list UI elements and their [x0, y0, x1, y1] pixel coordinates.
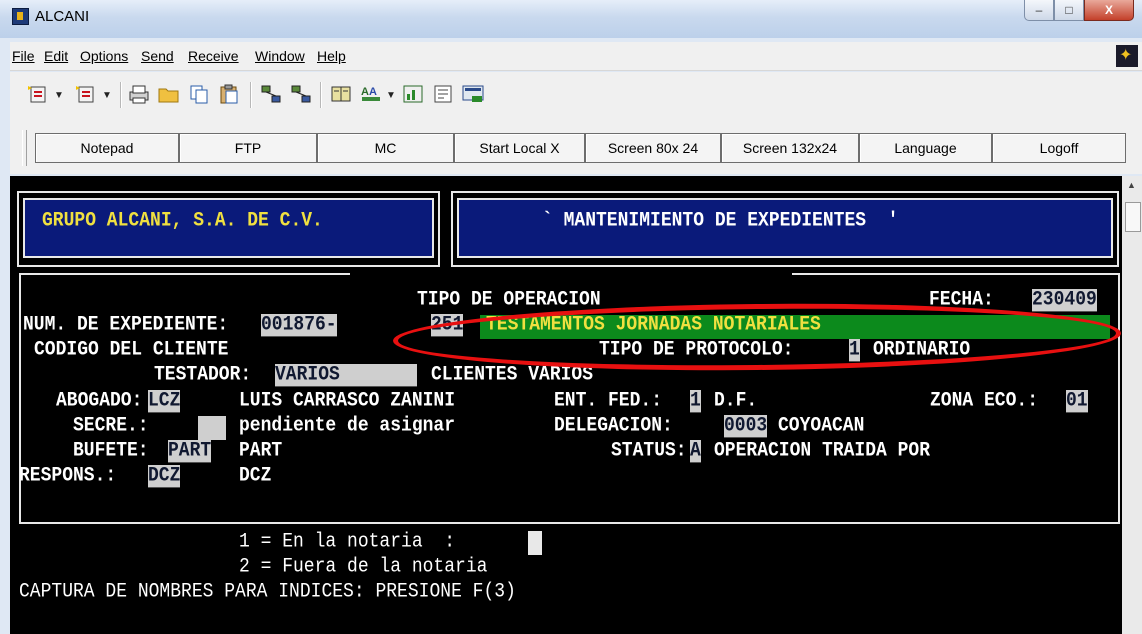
properties-icon[interactable]: [432, 84, 454, 104]
paste-icon[interactable]: [218, 84, 240, 104]
num-expediente-label: NUM. DE EXPEDIENTE:: [23, 314, 229, 337]
screen-title: ` MANTENIMIENTO DE EXPEDIENTES ': [542, 210, 899, 233]
company-name: GRUPO ALCANI, S.A. DE C.V.: [42, 210, 323, 233]
testador-label: TESTADOR:: [154, 364, 252, 387]
menu-help[interactable]: Help: [317, 48, 346, 64]
print-icon[interactable]: [128, 84, 150, 104]
vertical-scrollbar[interactable]: ▲: [1122, 176, 1142, 634]
svg-text:A: A: [369, 86, 377, 98]
network2-icon[interactable]: [290, 84, 312, 104]
minimize-button[interactable]: –: [1024, 0, 1054, 21]
menu-help-label: Help: [317, 48, 346, 64]
scroll-thumb[interactable]: [1125, 202, 1141, 232]
fecha-field[interactable]: 230409: [1032, 289, 1097, 312]
dropdown-arrow-icon[interactable]: ▼: [54, 90, 64, 101]
cursor-input[interactable]: [528, 531, 542, 555]
status-desc: OPERACION TRAIDA POR: [714, 440, 931, 463]
dropdown-arrow-icon[interactable]: ▼: [386, 90, 396, 101]
menu-receive[interactable]: Receive: [188, 48, 239, 64]
start-local-x-button[interactable]: Start Local X: [454, 133, 585, 163]
mc-button[interactable]: MC: [317, 133, 454, 163]
num-expediente-field[interactable]: 001876-: [261, 314, 337, 337]
window-title: ALCANI: [35, 8, 90, 25]
toolbar-separator: [120, 82, 122, 108]
button-bar: Notepad FTP MC Start Local X Screen 80x …: [10, 118, 1142, 174]
terminal-screen[interactable]: GRUPO ALCANI, S.A. DE C.V. ` MANTENIMIEN…: [10, 176, 1122, 634]
app-icon: [12, 8, 29, 25]
option-en-notaria: 1 = En la notaria :: [239, 531, 456, 554]
respons-desc: DCZ: [239, 465, 272, 488]
testador-desc: CLIENTES VARIOS: [431, 364, 594, 387]
secre-desc: pendiente de asignar: [239, 415, 456, 438]
ftp-button[interactable]: FTP: [179, 133, 317, 163]
font-icon[interactable]: AA: [360, 84, 382, 104]
scroll-up-icon[interactable]: ▲: [1127, 180, 1136, 190]
frame-gap: [350, 268, 792, 278]
secre-label: SECRE.:: [73, 415, 149, 438]
delegacion-field[interactable]: 0003: [724, 415, 768, 438]
zona-eco-label: ZONA ECO.:: [930, 390, 1039, 413]
network-icon[interactable]: [260, 84, 282, 104]
abogado-name: LUIS CARRASCO ZANINI: [239, 390, 456, 413]
status-field[interactable]: A: [690, 440, 701, 463]
menu-file-label: File: [12, 48, 35, 64]
open-session-icon[interactable]: [74, 84, 96, 104]
screen-capture-icon[interactable]: [462, 84, 484, 104]
toolbar-grip[interactable]: [22, 130, 27, 166]
ent-fed-desc: D.F.: [714, 390, 758, 413]
abogado-label: ABOGADO:: [56, 390, 143, 413]
menu-edit[interactable]: Edit: [44, 48, 68, 64]
footer-instructions: CAPTURA DE NOMBRES PARA INDICES: PRESION…: [19, 581, 516, 604]
menu-send[interactable]: Send: [141, 48, 174, 64]
menu-options[interactable]: Options: [80, 48, 128, 64]
icon-toolbar: ▼ ▼ AA ▼: [10, 72, 1142, 118]
bufete-label: BUFETE:: [73, 440, 149, 463]
menu-window[interactable]: Window: [255, 48, 305, 64]
menu-file[interactable]: File: [12, 48, 35, 64]
copy-icon[interactable]: [188, 84, 210, 104]
toolbar-separator: [250, 82, 252, 108]
logoff-button[interactable]: Logoff: [992, 133, 1126, 163]
ent-fed-field[interactable]: 1: [690, 390, 701, 413]
delegacion-label: DELEGACION:: [554, 415, 673, 438]
menu-bar: File Edit Options Send Receive Window He…: [10, 42, 1142, 71]
language-button[interactable]: Language: [859, 133, 992, 163]
respons-label: RESPONS.:: [19, 465, 117, 488]
window-controls: – □ X: [1024, 0, 1134, 22]
bufete-desc: PART: [239, 440, 283, 463]
screen-80x24-button[interactable]: Screen 80x 24: [585, 133, 721, 163]
menu-window-label: Window: [255, 48, 305, 64]
delegacion-desc: COYOACAN: [778, 415, 865, 438]
status-label: STATUS:: [611, 440, 687, 463]
menu-edit-label: Edit: [44, 48, 69, 64]
testador-field[interactable]: VARIOS: [275, 364, 417, 387]
zona-eco-field[interactable]: 01: [1066, 390, 1088, 413]
window-titlebar: ALCANI – □ X: [0, 0, 1142, 38]
menu-options-label: Options: [80, 48, 129, 64]
toolbar-separator: [320, 82, 322, 108]
tipo-operacion-label: TIPO DE OPERACION: [417, 289, 601, 312]
macro-icon[interactable]: [330, 84, 352, 104]
open-folder-icon[interactable]: [158, 84, 180, 104]
chart-icon[interactable]: [402, 84, 424, 104]
new-session-icon[interactable]: [26, 84, 48, 104]
respons-field[interactable]: DCZ: [148, 465, 181, 488]
ent-fed-label: ENT. FED.:: [554, 390, 663, 413]
dropdown-arrow-icon[interactable]: ▼: [102, 90, 112, 101]
app-logo-icon: [1116, 45, 1138, 67]
maximize-button[interactable]: □: [1054, 0, 1084, 21]
bufete-field[interactable]: PART: [168, 440, 212, 463]
notepad-button[interactable]: Notepad: [35, 133, 179, 163]
svg-text:A: A: [361, 86, 369, 98]
option-fuera-notaria: 2 = Fuera de la notaria: [239, 556, 488, 579]
screen-132x24-button[interactable]: Screen 132x24: [721, 133, 859, 163]
secre-field[interactable]: [198, 416, 226, 440]
menu-receive-label: Receive: [188, 48, 239, 64]
menu-send-label: Send: [141, 48, 174, 64]
codigo-cliente-label: CODIGO DEL CLIENTE: [34, 339, 229, 362]
close-button[interactable]: X: [1084, 0, 1134, 21]
abogado-field[interactable]: LCZ: [148, 390, 181, 413]
